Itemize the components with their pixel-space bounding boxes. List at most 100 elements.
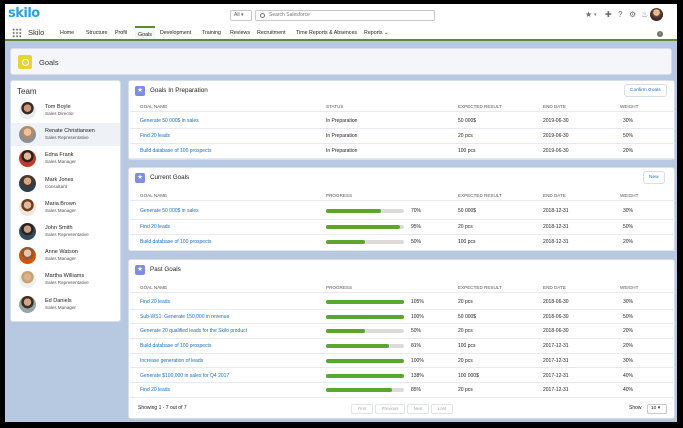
skilo-logo[interactable]: skilo: [8, 6, 40, 21]
bell-icon[interactable]: ♨: [641, 11, 648, 19]
nav-tab-recruitment[interactable]: Recruitment: [257, 30, 286, 36]
team-member-item[interactable]: Renate Christiansen Sales Representative: [11, 123, 120, 147]
team-member-role: Sales Manager: [45, 207, 76, 213]
goal-expected-result: 50 000$: [458, 313, 477, 320]
nav-tab-home[interactable]: Home: [60, 30, 74, 36]
goals-icon: [18, 55, 32, 69]
progress-percent: 81%: [411, 343, 422, 350]
add-icon[interactable]: ✚: [605, 11, 612, 19]
help-icon[interactable]: ?: [618, 11, 622, 19]
pager-previous-button[interactable]: Previous: [375, 404, 405, 414]
team-member-item[interactable]: Tom Boyle Sales Director: [11, 99, 120, 122]
progress-bar-fill: [326, 209, 381, 213]
goal-name-link[interactable]: Find 20 leads: [140, 299, 170, 305]
goal-name-link[interactable]: Find 20 leads: [140, 387, 170, 393]
goal-name-link[interactable]: Generate 50 000$ in sales: [140, 118, 199, 124]
team-member-role: Sales Representative: [45, 280, 89, 286]
favorites-chevron-icon[interactable]: ▾: [594, 11, 597, 19]
gear-icon[interactable]: ⚙: [629, 11, 636, 19]
favorites-star-icon[interactable]: ★: [585, 11, 592, 19]
progress-bar-fill: [326, 314, 404, 319]
search-scope-select[interactable]: All ▾: [230, 10, 252, 21]
nav-tab-goals[interactable]: Goals: [135, 26, 155, 39]
goal-end-date: 2018-06-30: [543, 328, 569, 335]
column-header[interactable]: Expected Result: [458, 104, 502, 109]
team-member-role: Sales Director: [45, 111, 74, 116]
column-header[interactable]: Status: [326, 104, 343, 109]
page-size-select[interactable]: 10 ▾: [647, 404, 667, 414]
column-header[interactable]: Weight: [620, 193, 638, 198]
goal-name-link[interactable]: Build database of 100 prospects: [140, 343, 211, 349]
nav-tab-profil[interactable]: Profil: [115, 30, 127, 36]
column-header[interactable]: End Date: [543, 285, 566, 290]
global-search-input[interactable]: Search Salesforce: [255, 10, 435, 21]
column-header[interactable]: Weight: [620, 285, 638, 290]
team-member-item[interactable]: John Smith Sales Representative: [11, 220, 120, 243]
column-header[interactable]: End Date: [543, 193, 566, 198]
progress-percent: 95%: [411, 223, 422, 230]
nav-tab-training[interactable]: Training: [202, 30, 221, 36]
goal-name-link[interactable]: Sub-WS1: Generate 150,000 in revenue: [140, 314, 229, 320]
column-header[interactable]: Expected Result: [458, 285, 502, 290]
team-member-item[interactable]: Ed Daniels Sales Manager: [11, 293, 120, 316]
info-icon[interactable]: i: [657, 31, 663, 37]
goal-expected-result: 50 000$: [458, 208, 477, 214]
table-row: Generate 50 000$ in sales In Preparation 5…: [130, 114, 675, 129]
team-member-item[interactable]: Martha Williams Sales Representative: [11, 268, 120, 291]
column-header[interactable]: Progress: [326, 285, 352, 290]
goal-name-link[interactable]: Find 20 leads: [140, 224, 170, 230]
table-row: Find 20 leads In Preparation 20 pcs 2019-06…: [130, 129, 675, 144]
pager-first-button[interactable]: First: [351, 404, 373, 414]
goal-name-link[interactable]: Generate 50 000$ in sales: [140, 208, 199, 214]
column-header[interactable]: Weight: [620, 104, 638, 109]
pager-last-button[interactable]: Last: [431, 404, 453, 414]
goals-in-preparation-card: ★ Goals In Preparation Confirm Goals Goa…: [128, 80, 675, 160]
goal-weight: 20%: [623, 343, 634, 350]
nav-tab-development[interactable]: Development: [160, 30, 191, 36]
goal-status: In Preparation: [326, 148, 358, 154]
progress-bar: [326, 209, 404, 213]
column-header[interactable]: Goal Name: [140, 285, 167, 290]
column-header[interactable]: Goal Name: [140, 193, 167, 198]
column-header[interactable]: Expected Result: [458, 193, 502, 198]
app-launcher-icon[interactable]: [12, 28, 22, 38]
table-row: Generate 50 000$ in sales 70% 50 000$ 2018-…: [130, 204, 675, 220]
goal-name-link[interactable]: Build database of 100 prospects: [140, 148, 211, 154]
avatar: [19, 271, 36, 289]
team-member-role: Sales Manager: [45, 159, 76, 165]
goal-end-date: 2018-12-31: [543, 223, 569, 230]
avatar: [19, 247, 36, 265]
team-member-item[interactable]: Edna Frank Sales Manager: [11, 147, 120, 170]
goal-end-date: 2017-12-31: [543, 343, 569, 350]
column-header[interactable]: Goal Name: [140, 104, 167, 109]
progress-bar: [326, 373, 404, 378]
column-header[interactable]: Progress: [326, 193, 352, 198]
goal-name-link[interactable]: Generate 20 qualified leads for the Skil…: [140, 328, 247, 334]
goal-name-link[interactable]: Build database of 100 prospects: [140, 239, 211, 245]
table-row: Find 20 leads 105% 20 pcs 2018-06-30 30%: [130, 295, 675, 310]
progress-bar: [326, 388, 404, 393]
pager-next-button[interactable]: Next: [407, 404, 429, 414]
nav-tab-reviews[interactable]: Reviews: [230, 30, 250, 36]
goal-name-link[interactable]: Generate $100,000 in sales for Q4 2017: [140, 373, 229, 379]
team-panel: Team Tom Boyle Sales Director Renate Chris…: [10, 80, 121, 322]
team-member-name: John Smith: [45, 225, 73, 231]
goal-name-link[interactable]: Find 20 leads: [140, 133, 170, 139]
goal-expected-result: 100 pcs: [458, 148, 476, 154]
confirm-goals-button[interactable]: Confirm Goals: [624, 84, 667, 97]
progress-bar-fill: [326, 224, 401, 229]
goal-name-link[interactable]: Increase generation of leads: [140, 358, 203, 364]
goal-end-date: 2017-12-31: [543, 372, 569, 379]
team-member-item[interactable]: Anne Watson Sales Manager: [11, 244, 120, 267]
nav-tab-time-reports[interactable]: Time Reports & Absences: [296, 30, 357, 36]
team-title: Team: [17, 87, 37, 96]
nav-tab-reports[interactable]: Reports ⌄: [364, 30, 388, 36]
team-member-role: Sales Manager: [45, 304, 76, 310]
team-member-role: Consultant: [45, 183, 67, 189]
new-goal-button[interactable]: New: [643, 171, 665, 184]
column-header[interactable]: End Date: [543, 104, 566, 109]
nav-tab-structure[interactable]: Structure: [86, 30, 108, 36]
user-avatar[interactable]: [650, 8, 663, 21]
team-member-item[interactable]: Maria Brown Sales Manager: [11, 196, 120, 219]
team-member-item[interactable]: Mark Jones Consultant: [11, 172, 120, 195]
